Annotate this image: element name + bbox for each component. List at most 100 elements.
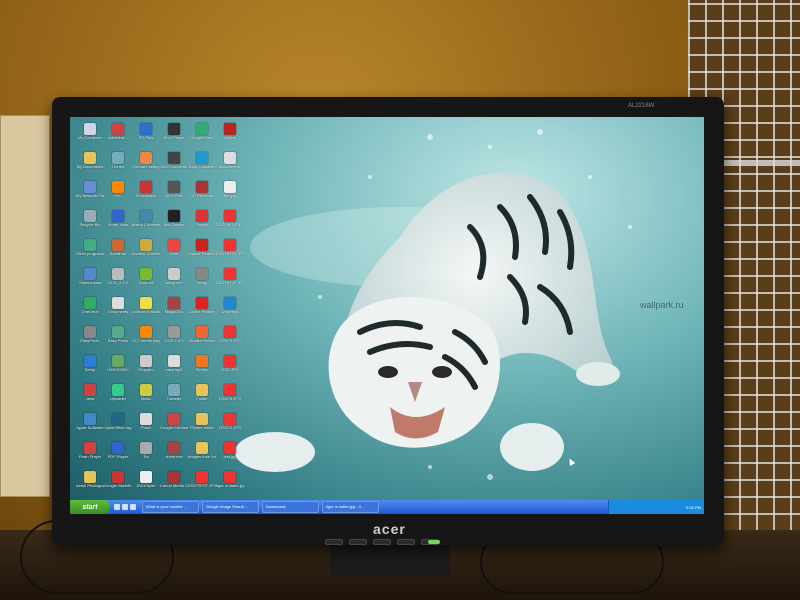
- desktop-icon-label: VLC: [114, 194, 122, 198]
- desktop-icon[interactable]: PDF Player: [104, 442, 132, 471]
- desktop-icon[interactable]: Picture folder: [188, 413, 216, 442]
- desktop-icon[interactable]: UWNIOSEK: [104, 355, 132, 384]
- desktop-icon[interactable]: Android Emulator: [132, 297, 160, 326]
- desktop-icon[interactable]: attachments: [216, 152, 244, 181]
- quick-launch-icon[interactable]: [122, 504, 128, 510]
- desktop-icon[interactable]: Shockwave: [132, 181, 160, 210]
- desktop-icon[interactable]: Adobe Reader: [188, 297, 216, 326]
- taskbar-task-button[interactable]: What is your monitor ...: [142, 501, 199, 513]
- desktop-icon[interactable]: Aerial Photography: [76, 471, 104, 500]
- desktop-icon[interactable]: My Network Places: [76, 181, 104, 210]
- desktop-icon[interactable]: OCR_2.4.0: [104, 268, 132, 297]
- desktop-icon[interactable]: Stream data: [76, 268, 104, 297]
- desktop-icon[interactable]: SnagIt: [188, 210, 216, 239]
- desktop-icon[interactable]: Program: [132, 355, 160, 384]
- monitor-buttons[interactable]: [325, 539, 439, 545]
- taskbar-task-button[interactable]: Downloads: [262, 501, 319, 513]
- desktop-icon[interactable]: DSCF5.JPG: [216, 384, 244, 413]
- desktop-icon[interactable]: setup.exe: [160, 268, 188, 297]
- desktop-icon[interactable]: Macro Converter: [132, 210, 160, 239]
- desktop-icon-label: OneDrive: [81, 310, 99, 314]
- desktop-icon[interactable]: Adobe Reader: [188, 239, 216, 268]
- desktop-icon[interactable]: OneDrive: [76, 297, 104, 326]
- desktop-icon[interactable]: Android: [132, 268, 160, 297]
- desktop-icon[interactable]: PC Plus: [132, 123, 160, 152]
- desktop-icon[interactable]: Folder: [188, 384, 216, 413]
- desktop-icon[interactable]: file.jpg: [216, 181, 244, 210]
- desktop-icon[interactable]: Tor: [132, 442, 160, 471]
- desktop-icon[interactable]: Recycle Bin: [76, 210, 104, 239]
- desktop-icon[interactable]: VLC: [104, 181, 132, 210]
- desktop-icon[interactable]: driver.exe: [160, 442, 188, 471]
- desktop-icon[interactable]: DSCF5770.JPG: [216, 239, 244, 268]
- desktop-icon[interactable]: Music: [132, 384, 160, 413]
- desktop-icon-label: Google Earth: [190, 136, 214, 140]
- desktop-icon[interactable]: Mozilla Firefox: [188, 326, 216, 355]
- desktop-icon[interactable]: AdultHub: [104, 239, 132, 268]
- desktop-icon[interactable]: Transfer: [160, 384, 188, 413]
- desktop-icon[interactable]: Google Chrome: [160, 413, 188, 442]
- desktop-icon[interactable]: DSCF3.JPG: [216, 326, 244, 355]
- desktop-icon[interactable]: My Computer: [76, 123, 104, 152]
- desktop-icon[interactable]: Easy Photo: [104, 326, 132, 355]
- desktop-icon[interactable]: DSC.JPG: [216, 355, 244, 384]
- desktop-icon[interactable]: DivX Plus: [160, 181, 188, 210]
- desktop-icon-glyph-icon: [168, 442, 180, 454]
- desktop-icon[interactable]: Images from Internet: [188, 442, 216, 471]
- clock[interactable]: 5:32 PM: [686, 505, 701, 510]
- desktop-icon[interactable]: Bud Dancer: [160, 210, 188, 239]
- desktop-icon[interactable]: Universal: [216, 297, 244, 326]
- desktop-icon[interactable]: EasyPhoto: [76, 326, 104, 355]
- desktop-icon-label: Folder: [196, 397, 208, 401]
- desktop-icon-label: Mozilla Firefox: [189, 339, 215, 343]
- desktop-icon[interactable]: DSCF2.JPG: [216, 413, 244, 442]
- desktop-icon[interactable]: DSCF5775.JPG: [216, 268, 244, 297]
- desktop-icon-glyph-icon: [112, 471, 124, 483]
- desktop-icon[interactable]: My Documents: [76, 152, 104, 181]
- desktop-icon[interactable]: Easy Uploader: [188, 152, 216, 181]
- desktop-icon-glyph-icon: [196, 239, 208, 251]
- desktop-icon[interactable]: iTunes: [104, 152, 132, 181]
- desktop-icon-glyph-icon: [140, 123, 152, 135]
- desktop-icon[interactable]: 3D Recorder: [188, 181, 216, 210]
- quick-launch-icon[interactable]: [114, 504, 120, 510]
- taskbar-task-button[interactable]: tiger in water.jpg - Il...: [322, 501, 379, 513]
- desktop-icon[interactable]: Setup: [188, 268, 216, 297]
- desktop-icon-label: Documents: [107, 310, 129, 314]
- desktop-icon[interactable]: DivX Converter: [160, 152, 188, 181]
- desktop-icon[interactable]: Format Factory: [132, 152, 160, 181]
- desktop-icon[interactable]: Java: [76, 384, 104, 413]
- desktop-icon[interactable]: DivX Player: [160, 123, 188, 152]
- desktop-icon[interactable]: easy.mp3: [160, 355, 188, 384]
- desktop-icon[interactable]: Uploader: [104, 384, 132, 413]
- desktop-icon[interactable]: VLC media player: [132, 326, 160, 355]
- desktop-icon[interactable]: Flash Player: [76, 442, 104, 471]
- desktop-icon[interactable]: Smart Vista: [104, 210, 132, 239]
- desktop-icon[interactable]: tiger in water.jpg: [216, 471, 244, 500]
- desktop-icon[interactable]: Flash: [132, 413, 160, 442]
- desktop-icon[interactable]: Google SketchUp 7: [104, 471, 132, 500]
- desktop-icon[interactable]: Google Earth: [188, 123, 216, 152]
- desktop-icon[interactable]: MagicDisc: [160, 297, 188, 326]
- taskbar-task-button[interactable]: Google Image Result ...: [202, 501, 259, 513]
- desktop-icon[interactable]: DSCF5874.JPG: [216, 210, 244, 239]
- desktop-icon[interactable]: Setup: [76, 355, 104, 384]
- desktop-icon[interactable]: OCR 2.4.0: [160, 326, 188, 355]
- desktop-icon[interactable]: DVDStyler: [132, 471, 160, 500]
- desktop-icon[interactable]: Firefox: [188, 355, 216, 384]
- desktop-icon[interactable]: DSCF5797.JPG: [188, 471, 216, 500]
- desktop-icon[interactable]: OpenOffice.org: [104, 413, 132, 442]
- desktop-icon[interactable]: Documents: [104, 297, 132, 326]
- quick-launch-icon[interactable]: [130, 504, 136, 510]
- desktop-icon-label: UWNIOSEK: [107, 368, 129, 372]
- start-button[interactable]: start: [70, 500, 110, 514]
- desktop-icon[interactable]: Shot: [160, 239, 188, 268]
- desktop-icon[interactable]: Ancient Converter: [132, 239, 160, 268]
- desktop-icon[interactable]: Canon Media Center: [160, 471, 188, 500]
- desktop-icon[interactable]: Apple Software: [76, 413, 104, 442]
- desktop-icon-label: PDF Player: [107, 455, 129, 459]
- desktop-icon[interactable]: test.jpg: [216, 442, 244, 471]
- desktop-icon[interactable]: Adobe: [216, 123, 244, 152]
- desktop-icon[interactable]: Administr...: [104, 123, 132, 152]
- desktop-icon[interactable]: Other programs: [76, 239, 104, 268]
